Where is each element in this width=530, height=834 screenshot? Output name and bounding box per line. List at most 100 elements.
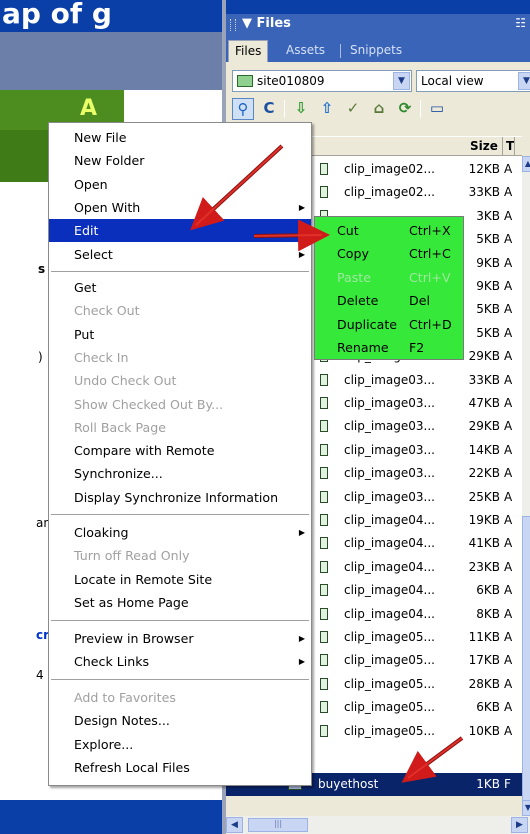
site-select[interactable]: site010809 ▼	[232, 70, 412, 92]
file-icon	[320, 631, 328, 643]
panel-grip-icon[interactable]	[230, 19, 236, 31]
menu-item-roll-back-page: Roll Back Page	[74, 419, 166, 435]
file-icon	[320, 490, 328, 503]
submenu-item-rename[interactable]: Rename F2	[315, 336, 463, 359]
menu-item-preview-in-browser[interactable]: Preview in Browser ▶	[49, 627, 311, 650]
submenu-arrow-icon: ▶	[298, 202, 305, 212]
submenu-item-copy[interactable]: Copy Ctrl+C	[315, 242, 463, 265]
submenu-item-paste: Paste Ctrl+V	[337, 269, 451, 285]
submenu-item-delete[interactable]: Delete Del	[315, 289, 463, 312]
scroll-up-icon[interactable]: ▲	[522, 156, 530, 172]
menu-item-design-notes[interactable]: Design Notes...	[49, 709, 311, 732]
file-icon	[320, 467, 328, 480]
menu-item-set-as-home-page[interactable]: Set as Home Page	[49, 591, 311, 614]
check-in-icon[interactable]: ⌂	[368, 98, 390, 120]
column-type[interactable]: T	[506, 139, 514, 153]
file-icon	[320, 163, 328, 175]
menu-item-synchronize[interactable]: Synchronize...	[49, 462, 311, 485]
file-icon	[320, 186, 328, 199]
file-icon	[320, 514, 328, 526]
synchronize-icon[interactable]: ⟳	[394, 98, 416, 120]
page-heading-strip: ap of g	[0, 0, 222, 32]
scroll-left-icon[interactable]: ◀	[226, 817, 243, 833]
column-size[interactable]: Size	[470, 139, 498, 153]
get-files-icon[interactable]: ⇩	[290, 98, 312, 120]
menu-item-edit[interactable]: Edit ▶	[49, 219, 311, 243]
horizontal-scrollbar[interactable]: ◀ ||| ▶	[226, 816, 530, 834]
scroll-down-icon[interactable]: ▼	[522, 800, 530, 816]
menu-item-put[interactable]: Put	[49, 323, 311, 346]
file-list-scrollbar[interactable]: ▲ ▼	[522, 156, 530, 816]
expand-panel-icon[interactable]: ▭	[426, 98, 448, 120]
scroll-thumb[interactable]: |||	[248, 818, 308, 832]
file-icon	[320, 584, 328, 597]
submenu-arrow-icon: ▶	[298, 249, 305, 259]
scroll-right-icon[interactable]: ▶	[511, 817, 528, 833]
file-icon	[320, 724, 328, 737]
tab-files[interactable]: Files	[228, 40, 269, 62]
menu-item-new-file[interactable]: New File	[49, 126, 311, 149]
menu-item-explore[interactable]: Explore...	[49, 733, 311, 756]
menu-item-get[interactable]: Get	[49, 276, 311, 299]
site-selector-row: site010809 ▼ Local view ▼	[226, 66, 530, 94]
menu-item-display-sync-info[interactable]: Display Synchronize Information	[49, 486, 311, 509]
page-text-fragment: )	[38, 350, 43, 364]
scroll-thumb[interactable]	[522, 516, 530, 806]
menu-separator	[51, 679, 309, 680]
menu-item-open-with[interactable]: Open With ▶	[49, 196, 311, 219]
menu-separator	[51, 514, 309, 515]
menu-item-check-out: Check Out	[74, 303, 140, 319]
connect-icon[interactable]: ⚲	[232, 98, 254, 120]
files-toolbar: ⚲ C ⇩ ⇧ ✓ ⌂ ⟳ ▭	[226, 96, 530, 122]
menu-item-check-in: Check In	[74, 349, 129, 365]
file-icon	[320, 373, 328, 386]
submenu-arrow-icon: ▶	[298, 528, 305, 537]
panel-options-icon[interactable]: ☷	[515, 16, 526, 30]
submenu-arrow-icon: ▶	[298, 634, 305, 643]
menu-item-undo-check-out: Undo Check Out	[74, 373, 177, 389]
page-footer-strip	[0, 800, 222, 834]
refresh-icon[interactable]: C	[258, 98, 280, 120]
file-icon	[320, 420, 328, 433]
check-out-icon[interactable]: ✓	[342, 98, 364, 120]
menu-item-check-links[interactable]: Check Links ▶	[49, 650, 311, 673]
menu-item-select[interactable]: Select ▶	[49, 243, 311, 266]
submenu-item-cut[interactable]: Cut Ctrl+X	[315, 219, 463, 242]
menu-item-new-folder[interactable]: New Folder	[49, 149, 311, 172]
submenu-item-duplicate[interactable]: Duplicate Ctrl+D	[315, 313, 463, 336]
file-icon	[320, 397, 328, 409]
edit-submenu: Cut Ctrl+X Copy Ctrl+C Paste Ctrl+V Delete D…	[314, 216, 464, 360]
file-icon	[320, 677, 328, 690]
menu-item-show-checked-out-by: Show Checked Out By...	[74, 396, 224, 412]
file-icon	[320, 537, 328, 550]
put-files-icon[interactable]: ⇧	[316, 98, 338, 120]
file-icon	[320, 701, 328, 714]
menu-item-locate-in-remote-site[interactable]: Locate in Remote Site	[49, 568, 311, 591]
menu-item-compare-with-remote[interactable]: Compare with Remote	[49, 439, 311, 462]
tab-snippets[interactable]: Snippets	[344, 40, 408, 62]
page-header-band	[0, 32, 222, 90]
files-panel-header[interactable]: ▼ Files ☷	[226, 14, 530, 36]
files-panel-title[interactable]: ▼ Files	[242, 16, 291, 31]
menu-item-refresh-local-files[interactable]: Refresh Local Files	[49, 756, 311, 779]
menu-separator	[51, 271, 309, 272]
panel-tabs: Files Assets Snippets	[226, 36, 530, 62]
file-icon	[320, 443, 328, 456]
submenu-arrow-icon: ▶	[298, 226, 305, 236]
file-icon	[320, 654, 328, 667]
submenu-arrow-icon: ▶	[298, 657, 305, 667]
context-menu: New File New Folder Open Open With ▶ Edit…	[48, 122, 312, 786]
menu-item-turn-off-read-only: Turn off Read Only	[74, 548, 190, 564]
page-text-fragment: s	[38, 262, 46, 276]
file-icon	[320, 607, 328, 620]
tab-assets[interactable]: Assets	[280, 40, 331, 62]
view-select[interactable]: Local view ▼	[416, 70, 530, 92]
menu-item-open[interactable]: Open	[49, 173, 311, 196]
file-icon	[320, 560, 328, 573]
site-icon	[237, 75, 253, 87]
page-heading-fragment: ap of g	[2, 0, 112, 30]
menu-separator	[51, 620, 309, 621]
menu-item-cloaking[interactable]: Cloaking ▶	[49, 521, 311, 544]
chevron-down-icon[interactable]: ▼	[518, 72, 530, 90]
chevron-down-icon[interactable]: ▼	[393, 72, 410, 90]
